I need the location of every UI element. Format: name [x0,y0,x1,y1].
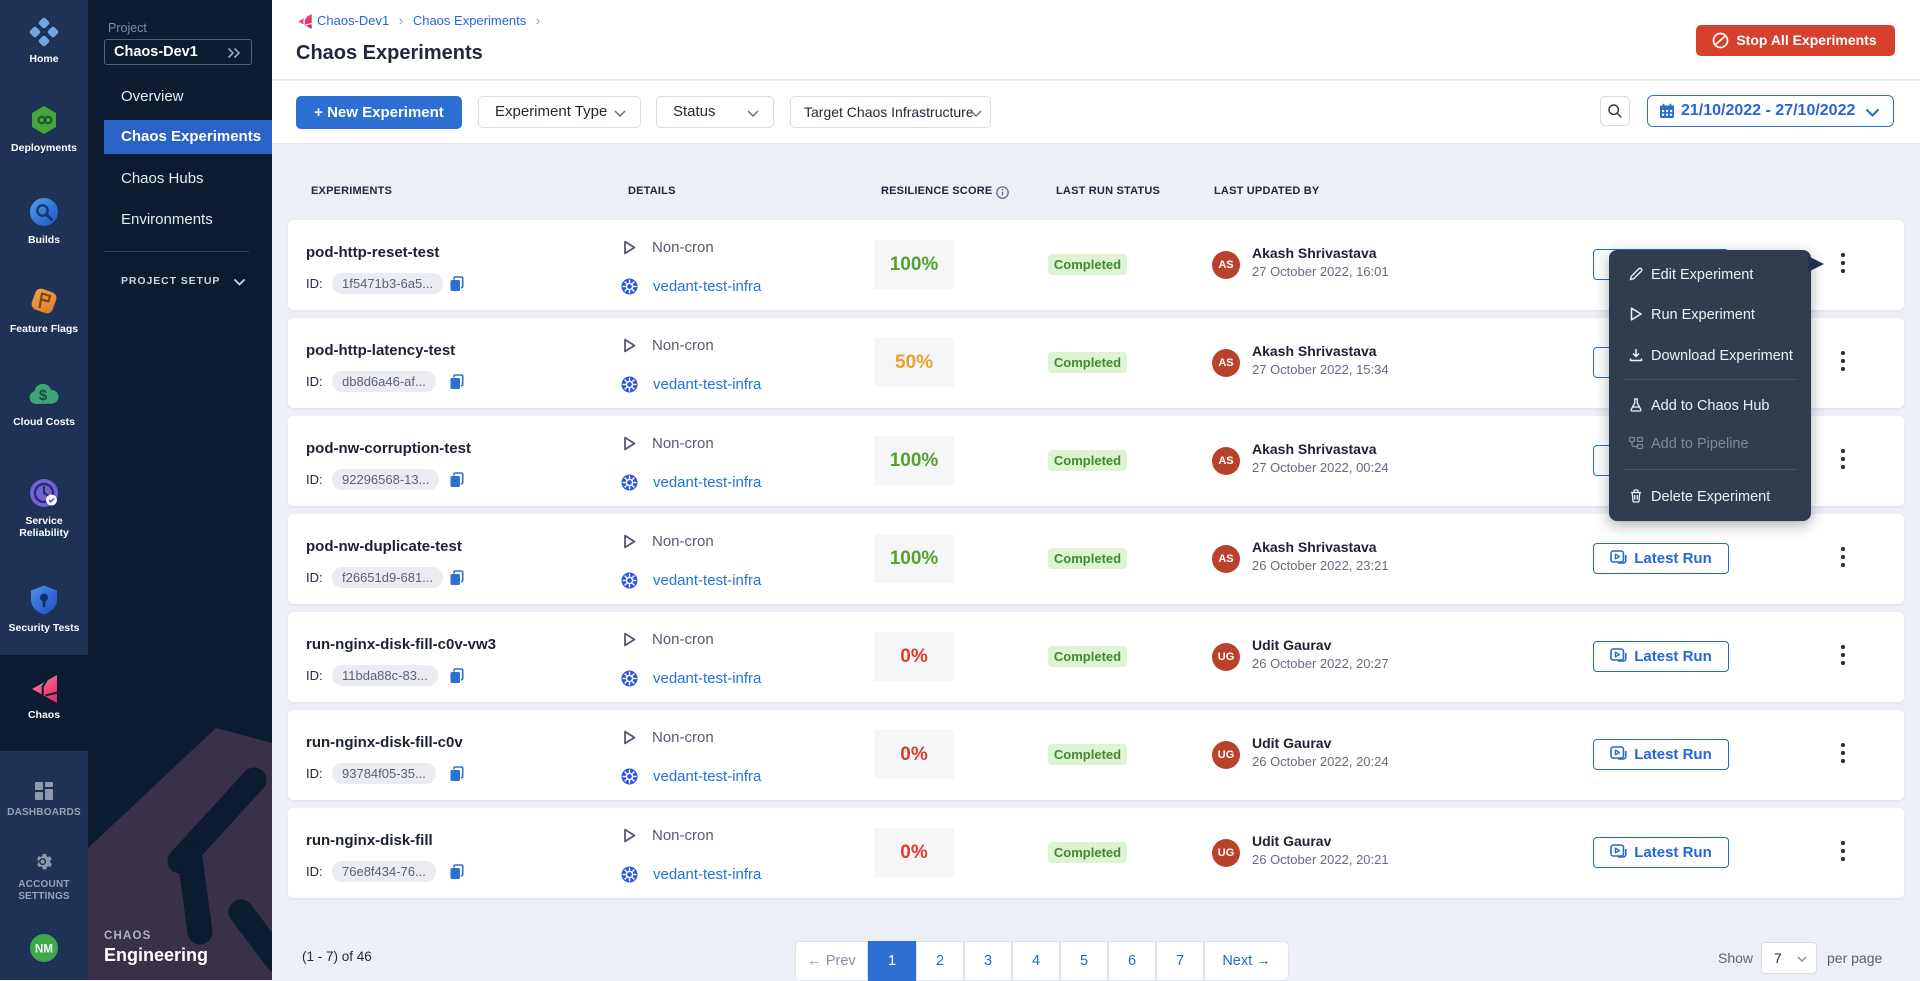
svg-text:$: $ [39,387,48,404]
svg-text:NM: NM [35,944,53,956]
